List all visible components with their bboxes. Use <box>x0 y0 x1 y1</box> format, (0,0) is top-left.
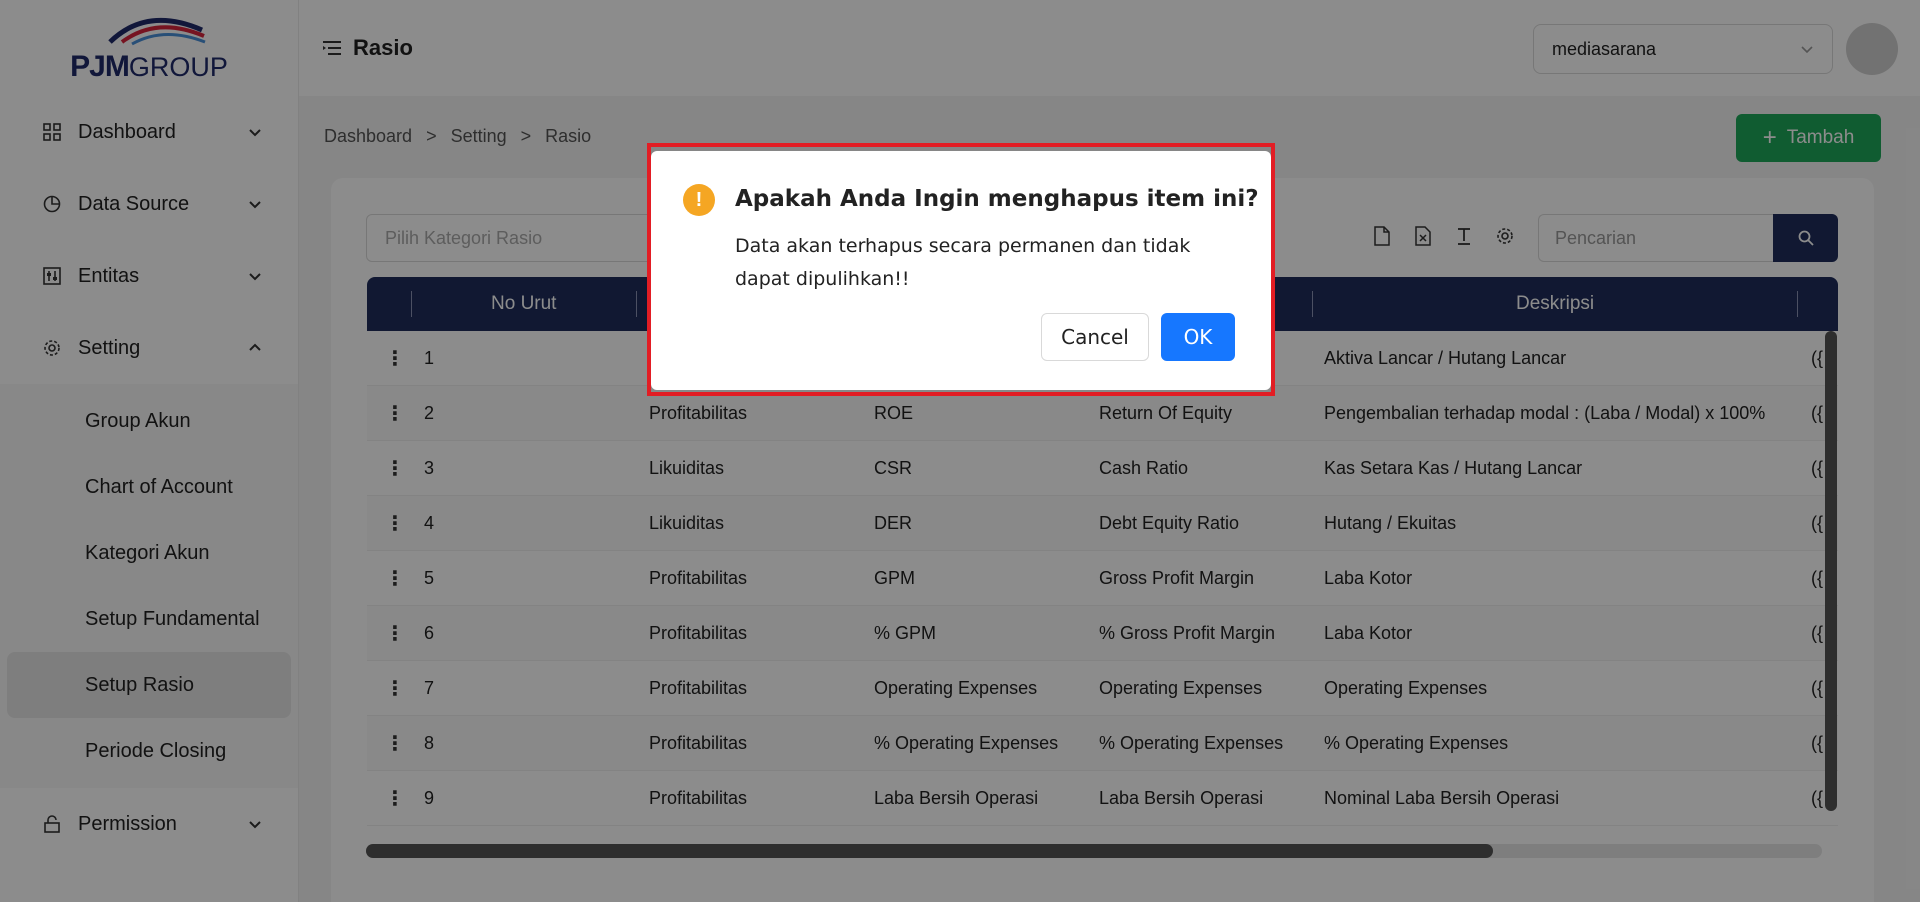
cancel-button[interactable]: Cancel <box>1041 313 1149 361</box>
modal-backdrop[interactable] <box>0 0 1920 902</box>
confirm-delete-dialog: ! Apakah Anda Ingin menghapus item ini? … <box>651 151 1271 390</box>
ok-button[interactable]: OK <box>1161 313 1235 361</box>
dialog-message: Data akan terhapus secara permanen dan t… <box>735 235 1191 290</box>
dialog-title: Apakah Anda Ingin menghapus item ini? <box>735 186 1259 212</box>
warning-icon: ! <box>683 184 715 216</box>
